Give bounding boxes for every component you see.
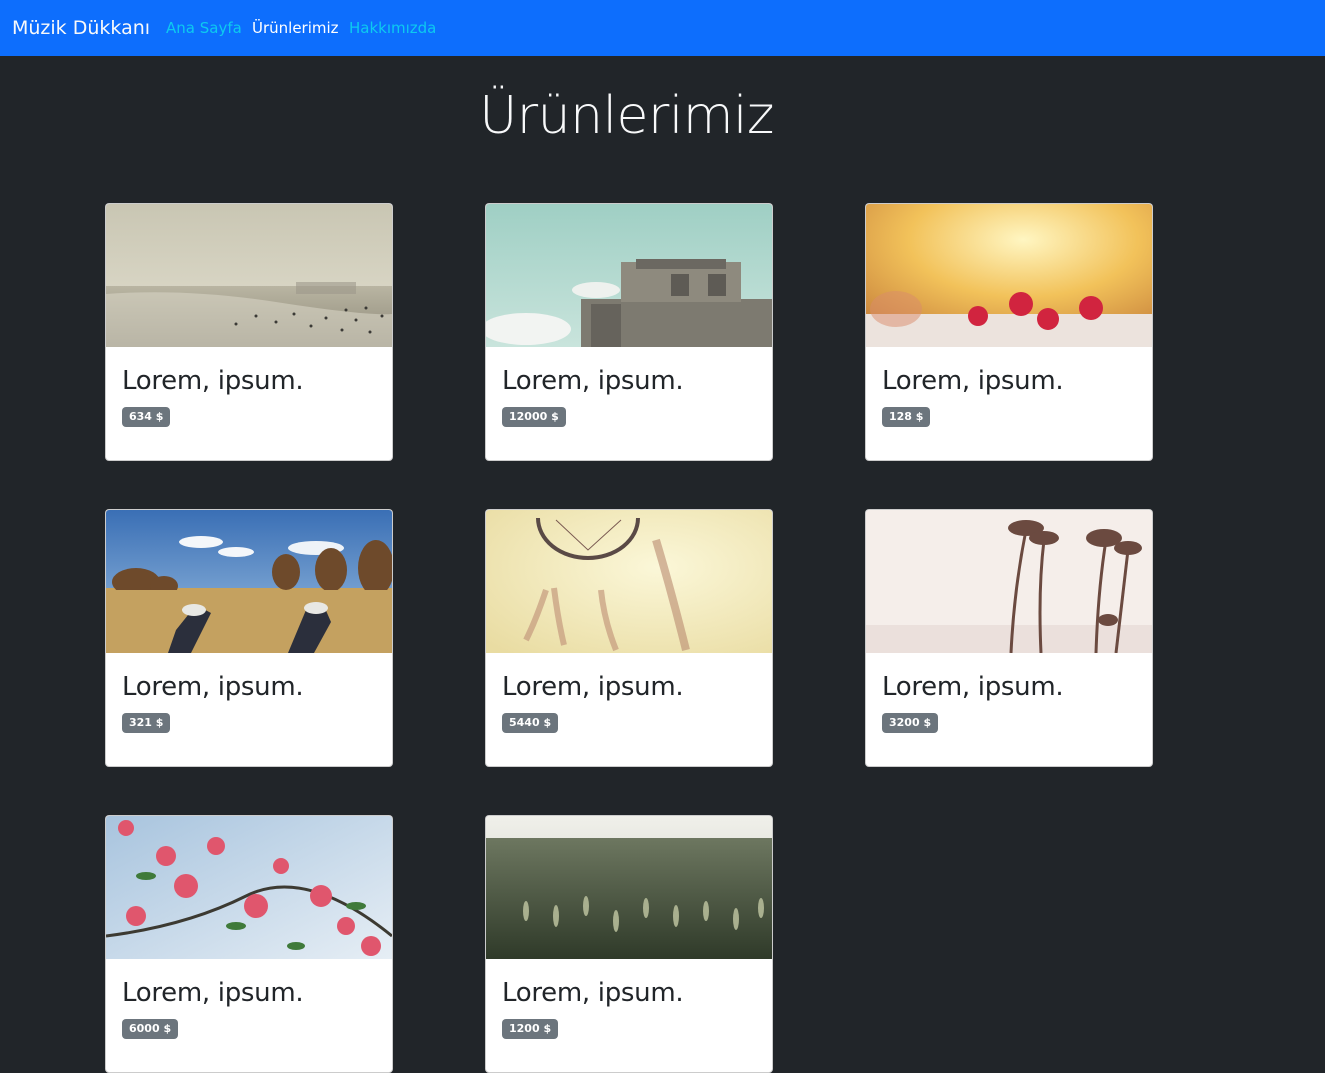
nav-link-about[interactable]: Hakkımızda [349,19,436,37]
product-card[interactable]: Lorem, ipsum. 12000 $ [485,203,773,461]
product-card[interactable]: Lorem, ipsum. 321 $ [105,509,393,767]
product-title: Lorem, ipsum. [502,672,684,702]
product-title: Lorem, ipsum. [502,366,684,396]
price-badge: 128 $ [882,407,931,427]
product-card[interactable]: Lorem, ipsum. 6000 $ [105,815,393,1073]
page-title: Ürünlerimiz [479,86,774,146]
product-title: Lorem, ipsum. [122,978,304,1008]
price-badge: 1200 $ [502,1019,559,1039]
product-title: Lorem, ipsum. [882,672,1064,702]
navbar: Müzik Dükkanı Ana Sayfa Ürünlerimiz Hakk… [0,0,1325,56]
product-card[interactable]: Lorem, ipsum. 5440 $ [485,509,773,767]
brand-link[interactable]: Müzik Dükkanı [12,17,150,39]
product-image-blossoms [106,816,392,959]
price-badge: 5440 $ [502,713,559,733]
product-image-palms [866,510,1152,653]
product-image-beach [106,204,392,347]
product-image-sneakers [106,510,392,653]
product-card[interactable]: Lorem, ipsum. 1200 $ [485,815,773,1073]
price-badge: 12000 $ [502,407,566,427]
product-title: Lorem, ipsum. [122,672,304,702]
price-badge: 6000 $ [122,1019,179,1039]
product-title: Lorem, ipsum. [502,978,684,1008]
price-badge: 634 $ [122,407,171,427]
product-title: Lorem, ipsum. [122,366,304,396]
product-card[interactable]: Lorem, ipsum. 128 $ [865,203,1153,461]
product-card[interactable]: Lorem, ipsum. 634 $ [105,203,393,461]
price-badge: 321 $ [122,713,171,733]
product-image-wheat [486,816,772,959]
product-image-building [486,204,772,347]
product-image-dreamcatcher [486,510,772,653]
product-title: Lorem, ipsum. [882,366,1064,396]
price-badge: 3200 $ [882,713,939,733]
nav-link-home[interactable]: Ana Sayfa [166,19,242,37]
product-image-raspberries [866,204,1152,347]
product-card[interactable]: Lorem, ipsum. 3200 $ [865,509,1153,767]
nav-link-products[interactable]: Ürünlerimiz [252,19,339,37]
